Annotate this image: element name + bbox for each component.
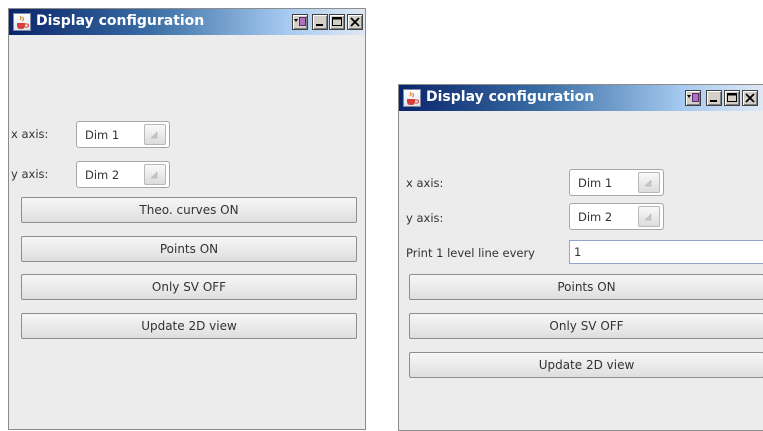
x-axis-combo[interactable]: Dim 1 xyxy=(76,121,170,148)
x-axis-value: Dim 1 xyxy=(578,176,613,190)
display-config-window-1: Display configuration x axis: Dim 1 y ax… xyxy=(8,8,366,430)
display-config-window-2: Display configuration x axis: Dim 1 y ax… xyxy=(398,84,763,431)
window-menu-icon[interactable] xyxy=(292,14,308,30)
y-axis-combo[interactable]: Dim 2 xyxy=(569,203,664,230)
y-axis-label: y axis: xyxy=(11,167,49,181)
x-axis-label: x axis: xyxy=(406,176,444,190)
title-bar[interactable]: Display configuration xyxy=(399,85,763,111)
theo-curves-button[interactable]: Theo. curves ON xyxy=(21,197,357,223)
update-2d-view-button[interactable]: Update 2D view xyxy=(21,313,357,339)
close-icon[interactable] xyxy=(742,90,758,106)
java-cup-icon[interactable] xyxy=(13,13,31,31)
level-line-input[interactable]: 1 xyxy=(569,240,763,264)
dropdown-arrow-icon[interactable] xyxy=(144,124,166,145)
points-button[interactable]: Points ON xyxy=(409,274,763,300)
maximize-icon[interactable] xyxy=(724,90,740,106)
dropdown-arrow-icon[interactable] xyxy=(638,172,660,193)
x-axis-value: Dim 1 xyxy=(85,128,120,142)
minimize-icon[interactable] xyxy=(312,14,328,30)
level-line-label: Print 1 level line every xyxy=(406,246,535,260)
y-axis-value: Dim 2 xyxy=(578,210,613,224)
java-cup-icon[interactable] xyxy=(403,89,421,107)
y-axis-value: Dim 2 xyxy=(85,168,120,182)
only-sv-button[interactable]: Only SV OFF xyxy=(409,313,763,339)
window-menu-icon[interactable] xyxy=(685,90,701,106)
x-axis-label: x axis: xyxy=(11,127,49,141)
close-icon[interactable] xyxy=(347,14,363,30)
points-button[interactable]: Points ON xyxy=(21,236,357,262)
maximize-icon[interactable] xyxy=(329,14,345,30)
update-2d-view-button[interactable]: Update 2D view xyxy=(409,352,763,378)
minimize-icon[interactable] xyxy=(706,90,722,106)
title-bar[interactable]: Display configuration xyxy=(9,9,365,35)
x-axis-combo[interactable]: Dim 1 xyxy=(569,169,664,196)
y-axis-combo[interactable]: Dim 2 xyxy=(76,161,170,188)
only-sv-button[interactable]: Only SV OFF xyxy=(21,274,357,300)
window-title: Display configuration xyxy=(36,13,205,29)
window-title: Display configuration xyxy=(426,89,595,105)
dropdown-arrow-icon[interactable] xyxy=(144,164,166,185)
dropdown-arrow-icon[interactable] xyxy=(638,206,660,227)
y-axis-label: y axis: xyxy=(406,211,444,225)
